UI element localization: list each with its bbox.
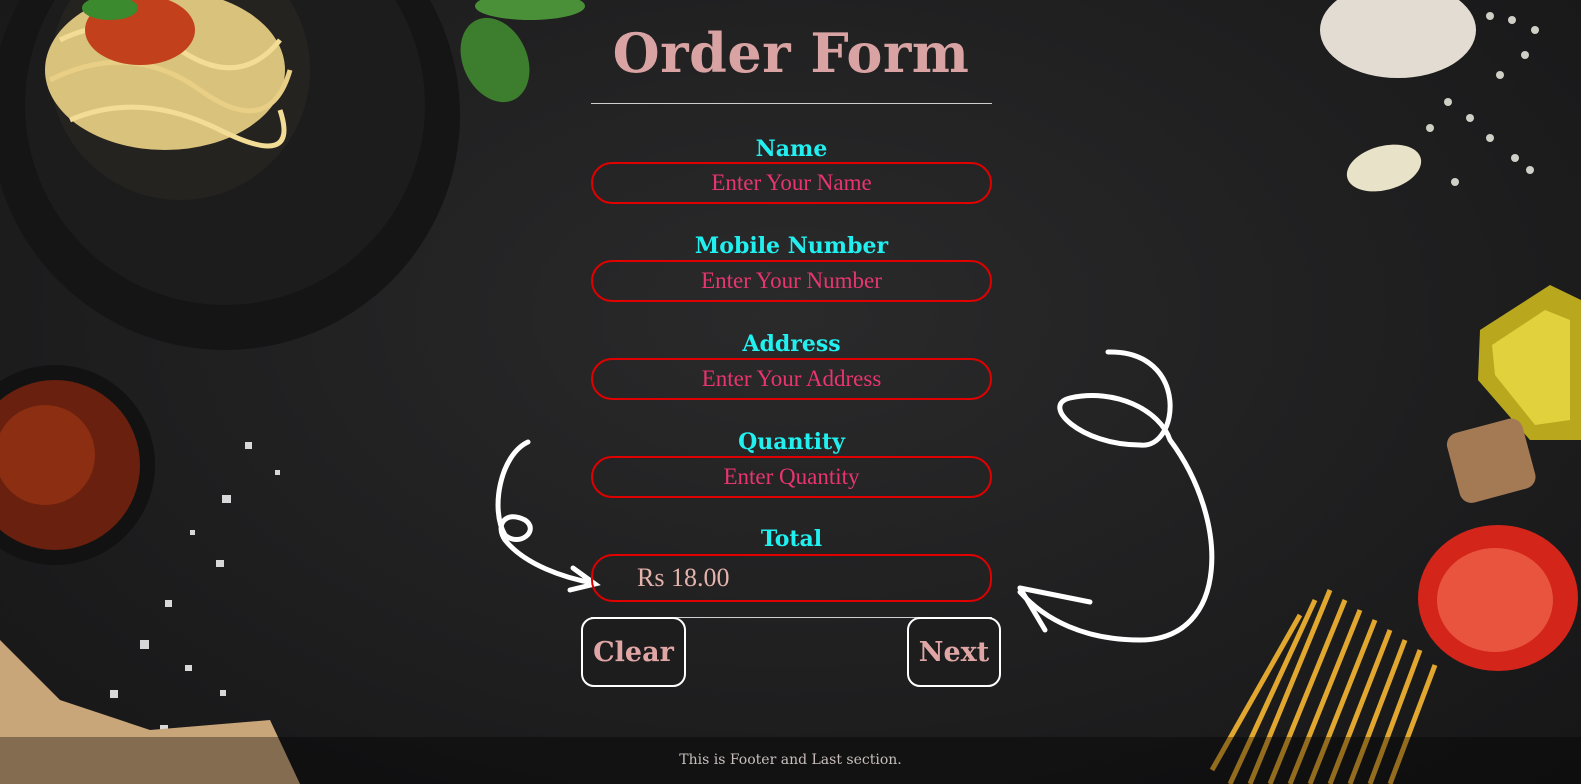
order-form: Order Form Name Mobile Number Address Qu… (581, 0, 1001, 687)
address-label: Address (742, 331, 841, 357)
spaghetti-plate (0, 0, 460, 350)
mobile-number-input[interactable] (591, 260, 992, 302)
garlic (1320, 0, 1476, 192)
quantity-input[interactable] (591, 456, 992, 498)
tomato-half (1418, 525, 1578, 671)
mobile-number-label: Mobile Number (694, 233, 889, 259)
quantity-label: Quantity (738, 429, 845, 455)
olive-oil-bottle (1478, 285, 1581, 440)
total-label: Total (760, 526, 823, 552)
name-label: Name (755, 136, 828, 162)
next-button[interactable]: Next (907, 617, 1001, 687)
clear-button[interactable]: Clear (581, 617, 686, 687)
name-input[interactable] (591, 162, 992, 204)
address-input[interactable] (591, 358, 992, 400)
footer: This is Footer and Last section. (0, 737, 1581, 784)
total-value: Rs 18.00 (591, 554, 992, 602)
basil-leaves (460, 0, 585, 103)
sauce-bowl (0, 365, 155, 565)
page-title: Order Form (612, 21, 970, 85)
title-divider (591, 103, 992, 104)
